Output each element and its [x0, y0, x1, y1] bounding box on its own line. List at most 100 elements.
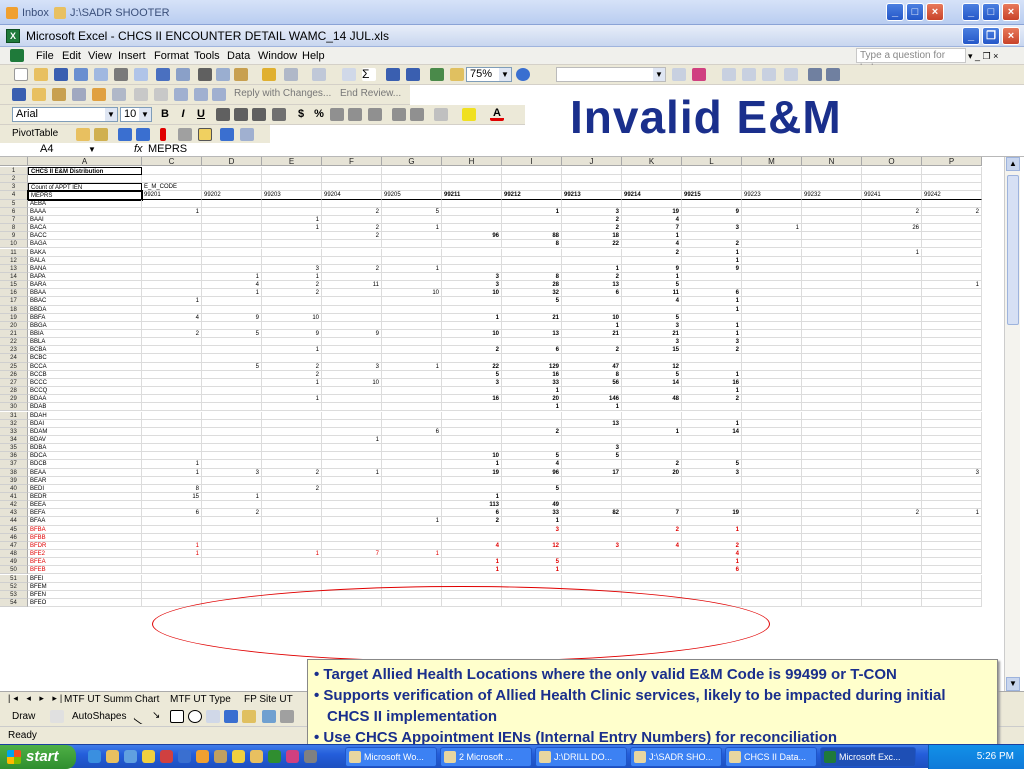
cell[interactable] [442, 256, 502, 265]
cell[interactable]: 17 [562, 468, 622, 477]
cell[interactable]: 16 [502, 370, 562, 379]
cell[interactable] [322, 354, 382, 363]
percent-icon[interactable]: % [312, 108, 326, 121]
hyperlink-icon[interactable] [342, 68, 356, 81]
cell[interactable] [562, 248, 622, 257]
cell[interactable] [922, 435, 982, 445]
cell[interactable]: 99213 [562, 191, 622, 200]
cell[interactable] [802, 248, 862, 257]
cell[interactable] [502, 435, 562, 445]
cell[interactable]: BFEI [28, 574, 142, 583]
select-all-corner[interactable] [0, 157, 28, 166]
cell[interactable] [202, 224, 262, 233]
cell[interactable] [742, 411, 802, 420]
cell[interactable] [442, 476, 502, 485]
cell[interactable] [322, 460, 382, 469]
cell[interactable]: 10 [322, 378, 382, 388]
row-header[interactable]: 7 [0, 215, 28, 225]
cell[interactable] [442, 167, 502, 176]
cell[interactable] [922, 256, 982, 265]
toolbar-icon[interactable] [12, 88, 26, 101]
cell[interactable] [262, 574, 322, 583]
cell[interactable] [262, 533, 322, 542]
cell[interactable]: 96 [502, 468, 562, 477]
increase-decimal-icon[interactable] [348, 108, 362, 121]
cell[interactable]: BCCC [28, 378, 142, 388]
cell[interactable] [862, 566, 922, 575]
cell[interactable]: E_M_CODE [142, 183, 202, 192]
cell[interactable] [262, 435, 322, 445]
cell[interactable] [682, 574, 742, 583]
cell[interactable] [922, 444, 982, 453]
cell[interactable] [802, 387, 862, 396]
cell[interactable] [862, 582, 922, 591]
cell[interactable]: 3 [682, 468, 742, 477]
cell[interactable] [502, 321, 562, 330]
cell[interactable] [382, 419, 442, 428]
cell[interactable] [802, 338, 862, 347]
cell[interactable]: BEDR [28, 493, 142, 502]
cell[interactable]: BBLA [28, 338, 142, 347]
cell[interactable]: 1 [322, 435, 382, 445]
row-header[interactable]: 48 [0, 550, 28, 559]
cell[interactable]: 2 [682, 346, 742, 355]
cell[interactable] [202, 582, 262, 591]
cell[interactable] [562, 199, 622, 208]
cell[interactable] [802, 574, 862, 583]
cell[interactable]: 2 [562, 272, 622, 282]
cell[interactable]: 5 [202, 362, 262, 371]
cell[interactable] [922, 395, 982, 404]
row-header[interactable]: 25 [0, 362, 28, 371]
cell[interactable] [202, 550, 262, 559]
cell[interactable]: 2 [202, 509, 262, 518]
arrow-icon[interactable]: ↘ [152, 710, 166, 723]
cell[interactable]: 3 [322, 362, 382, 371]
cell[interactable] [262, 175, 322, 184]
cell[interactable] [562, 427, 622, 436]
doc-window-controls[interactable]: ▾ _ ❐ × [968, 49, 998, 63]
cell[interactable]: 2 [142, 330, 202, 339]
cell[interactable]: 1 [502, 566, 562, 575]
cell[interactable] [922, 313, 982, 322]
cell[interactable] [922, 598, 982, 608]
cell[interactable]: 4 [622, 240, 682, 249]
cell[interactable] [862, 354, 922, 363]
cell[interactable] [262, 452, 322, 461]
cell[interactable] [562, 501, 622, 510]
cell[interactable]: 3 [262, 264, 322, 273]
cell[interactable] [802, 582, 862, 591]
cell[interactable] [142, 215, 202, 225]
scroll-thumb[interactable] [1007, 175, 1019, 325]
cell[interactable]: BDCB [28, 460, 142, 469]
row-header[interactable]: 50 [0, 566, 28, 575]
cell[interactable]: BEAA [28, 468, 142, 477]
email-icon[interactable] [94, 68, 108, 81]
cell[interactable] [802, 476, 862, 485]
bold-icon[interactable]: B [158, 108, 172, 121]
cell[interactable] [442, 419, 502, 428]
cell[interactable]: BBFA [28, 313, 142, 322]
cell[interactable] [442, 183, 502, 192]
cell[interactable]: 7 [322, 550, 382, 559]
cell[interactable] [382, 493, 442, 502]
cell[interactable] [262, 207, 322, 216]
cell[interactable]: 33 [502, 378, 562, 388]
cell[interactable]: 99211 [442, 191, 502, 200]
cell[interactable] [322, 175, 382, 184]
cell[interactable]: 4 [682, 550, 742, 559]
cell[interactable] [922, 232, 982, 241]
cell[interactable]: 82 [562, 509, 622, 518]
cell[interactable] [202, 256, 262, 265]
column-header[interactable]: C [142, 157, 202, 166]
cell[interactable]: AEBA [28, 199, 142, 208]
toolbar-icon[interactable] [762, 68, 776, 81]
cell[interactable]: 8 [142, 484, 202, 493]
cell[interactable] [262, 199, 322, 208]
row-header[interactable]: 39 [0, 476, 28, 485]
cell[interactable] [262, 167, 322, 176]
cell[interactable] [862, 395, 922, 404]
cell[interactable] [862, 215, 922, 225]
cell[interactable] [682, 232, 742, 241]
cell[interactable] [742, 598, 802, 608]
toolbar-icon[interactable] [178, 128, 192, 141]
